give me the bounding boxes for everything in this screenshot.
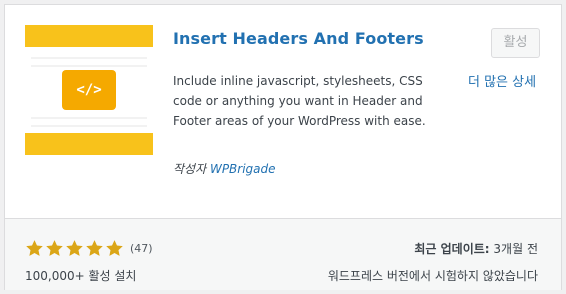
star-icon <box>66 239 83 256</box>
star-icon <box>86 239 103 256</box>
icon-divider-line <box>31 57 147 59</box>
plugin-card-top: </> Insert Headers And Footers 활성 더 많은 상… <box>5 5 561 217</box>
plugin-icon[interactable]: </> <box>25 25 153 155</box>
plugin-author: 작성자 WPBrigade <box>173 160 276 177</box>
last-updated-value: 3개월 전 <box>493 242 538 256</box>
icon-header-bar <box>25 25 153 47</box>
more-details-link[interactable]: 더 많은 상세 <box>468 71 536 90</box>
compatibility-note: 워드프레스 버전에서 시험하지 않았습니다 <box>327 269 538 283</box>
author-prefix: 작성자 <box>173 162 207 176</box>
plugin-title-link[interactable]: Insert Headers And Footers <box>173 29 424 48</box>
plugin-description: Include inline javascript, stylesheets, … <box>173 74 426 128</box>
star-icon <box>26 239 43 256</box>
last-updated: 최근 업데이트: 3개월 전 <box>414 240 538 257</box>
icon-divider-line <box>31 117 147 119</box>
icon-divider-line <box>31 125 147 127</box>
star-icon <box>46 239 63 256</box>
activate-button[interactable]: 활성 <box>491 28 540 58</box>
last-updated-label: 최근 업데이트: <box>414 242 490 256</box>
plugin-card-bottom: (47) 100,000+ 활성 설치 최근 업데이트: 3개월 전 워드프레스… <box>5 218 561 290</box>
icon-footer-bar <box>25 133 153 155</box>
star-rating: (47) <box>25 238 153 258</box>
plugin-card: </> Insert Headers And Footers 활성 더 많은 상… <box>4 4 562 290</box>
star-icon <box>106 239 123 256</box>
rating-count[interactable]: (47) <box>130 242 153 255</box>
icon-divider-line <box>31 65 147 67</box>
active-installs: 100,000+ 활성 설치 <box>25 269 137 283</box>
code-brackets-icon: </> <box>62 70 116 110</box>
author-link[interactable]: WPBrigade <box>210 162 276 176</box>
